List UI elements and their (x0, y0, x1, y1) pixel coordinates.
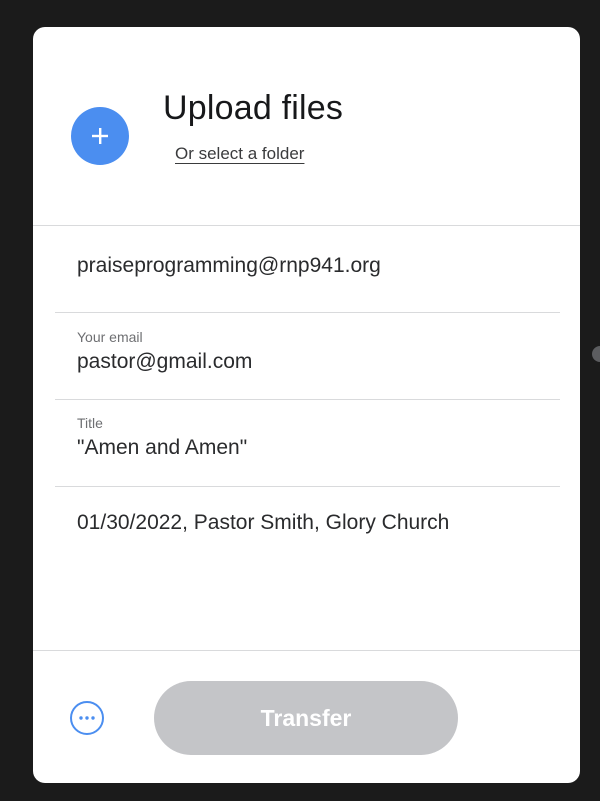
more-options-button[interactable] (70, 701, 104, 735)
transfer-button[interactable]: Transfer (154, 681, 458, 755)
your-email-value: pastor@gmail.com (77, 350, 253, 373)
recipient-email-field[interactable]: praiseprogramming@rnp941.org (77, 254, 547, 278)
title-value: "Amen and Amen" (77, 436, 248, 459)
divider (55, 486, 560, 487)
divider (33, 225, 580, 226)
select-folder-link[interactable]: Or select a folder (175, 144, 304, 164)
recipient-email-value: praiseprogramming@rnp941.org (77, 254, 381, 277)
transfer-panel: Upload files Or select a folder praisepr… (33, 27, 580, 783)
side-panel-handle[interactable] (592, 346, 600, 362)
divider (55, 312, 560, 313)
upload-section: Upload files Or select a folder (33, 27, 580, 225)
your-email-field[interactable]: Your email pastor@gmail.com (77, 329, 547, 374)
divider (33, 650, 580, 651)
title-label: Title (77, 415, 103, 431)
title-field[interactable]: Title "Amen and Amen" (77, 415, 547, 460)
plus-icon (92, 128, 108, 144)
app-background: Upload files Or select a folder praisepr… (0, 0, 600, 801)
divider (55, 399, 560, 400)
add-files-button[interactable] (71, 107, 129, 165)
message-field[interactable]: 01/30/2022, Pastor Smith, Glory Church (77, 509, 517, 537)
more-options-icon (79, 716, 95, 720)
your-email-label: Your email (77, 329, 143, 345)
upload-files-title[interactable]: Upload files (163, 89, 343, 128)
